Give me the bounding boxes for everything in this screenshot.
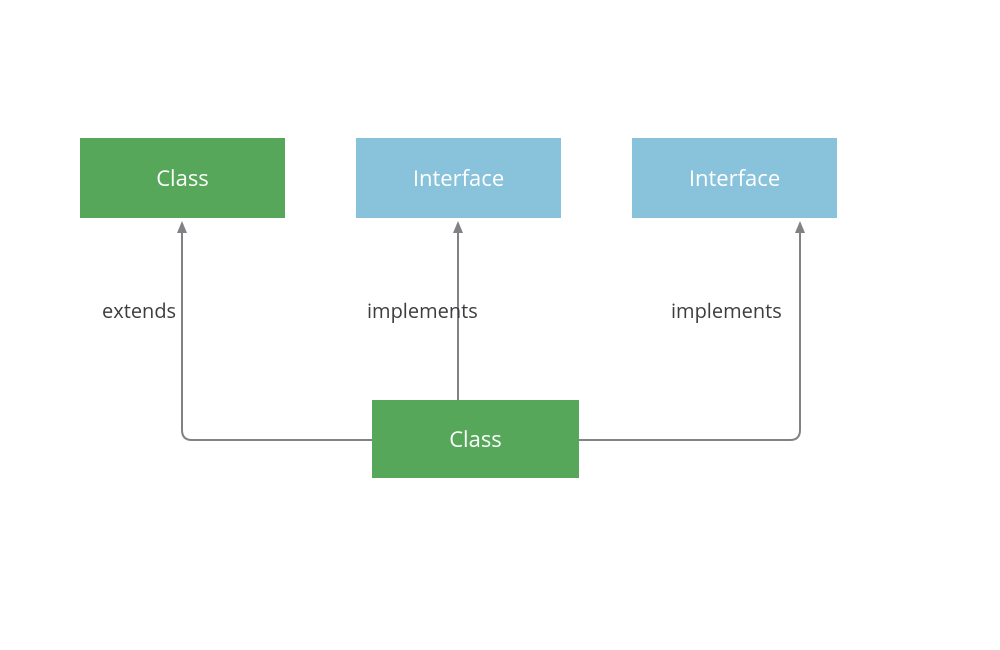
node-bottom-class: Class [372,400,579,478]
node-label: Interface [689,163,780,193]
edge-label-implements-1: implements [367,297,478,324]
node-label: Class [449,424,502,454]
edge-label-extends: extends [102,297,176,324]
node-label: Class [156,163,209,193]
node-interface-2: Interface [632,138,837,218]
node-label: Interface [413,163,504,193]
connector-layer [0,0,1000,650]
edge-extends [182,232,372,440]
edge-implements-2 [579,232,800,440]
edge-label-implements-2: implements [671,297,782,324]
inheritance-diagram: Class Interface Interface Class extends … [0,0,1000,650]
node-top-class: Class [80,138,285,218]
node-interface-1: Interface [356,138,561,218]
